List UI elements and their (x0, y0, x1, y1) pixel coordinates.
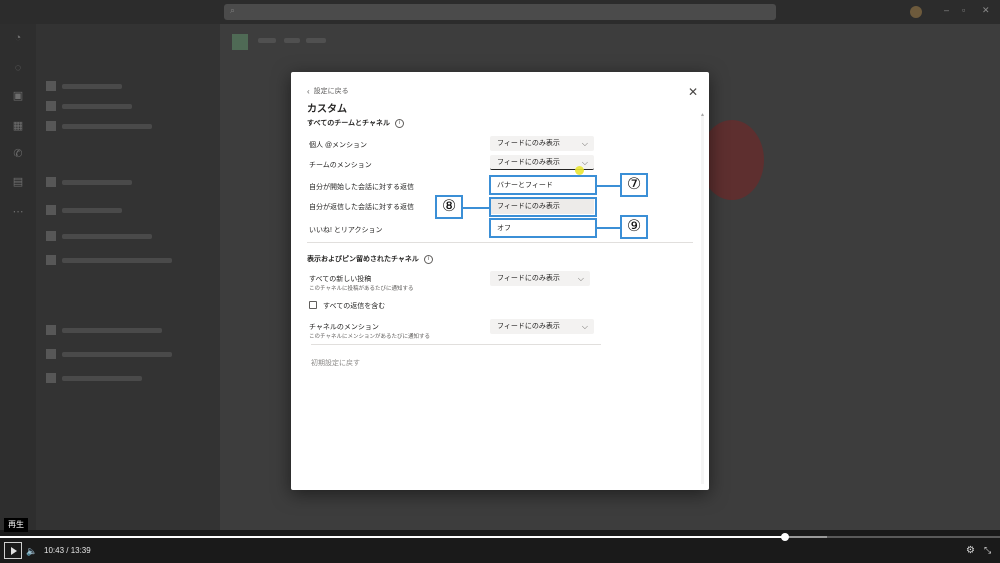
play-button[interactable] (4, 542, 22, 559)
dropdown-value: フィードにのみ表示 (497, 140, 560, 147)
info-icon[interactable]: i (423, 254, 433, 264)
custom-notification-dialog: ‹ 設定に戻る ✕ カスタム ▲ すべてのチームとチャネル i 個人 @メンショ… (291, 72, 709, 490)
list-item[interactable] (46, 204, 122, 216)
callout-9: ⑨ (620, 215, 648, 239)
list-item[interactable] (46, 254, 172, 266)
channel-avatar (232, 34, 248, 50)
include-replies-label: すべての返信を含む (323, 303, 386, 310)
chevron-down-icon: ⌵ (581, 139, 588, 148)
likes-reactions-label: いいね! とリアクション (309, 227, 383, 234)
section-all-teams: すべてのチームとチャネル i (307, 118, 404, 128)
callout-8: ⑧ (435, 195, 463, 219)
all-posts-dropdown[interactable]: フィードにのみ表示 ⌵ (490, 271, 590, 286)
time-display: 10:43 / 13:39 (44, 546, 91, 555)
tab-posts[interactable] (258, 38, 276, 43)
started-conversation-reply-label: 自分が開始した会話に対する返信 (309, 184, 414, 191)
video-player-bar (0, 530, 1000, 563)
teams-icon[interactable]: ▣ (12, 90, 24, 102)
files-icon[interactable]: ▤ (12, 176, 24, 188)
close-window-icon[interactable]: ✕ (982, 5, 990, 16)
activity-icon[interactable]: ◔ (12, 32, 24, 44)
exit-fullscreen-icon[interactable]: ⤡ (984, 545, 991, 556)
chevron-down-icon: ⌵ (581, 322, 588, 331)
dialog-title: カスタム (307, 104, 347, 115)
progress-fill (0, 536, 785, 538)
section-title: 表示およびピン留めされたチャネル (307, 256, 419, 263)
avatar[interactable] (910, 6, 922, 18)
minimize-icon[interactable]: – (944, 5, 949, 15)
list-item[interactable] (46, 100, 132, 112)
play-tooltip: 再生 (4, 518, 28, 532)
connector-9 (597, 227, 621, 229)
tab-files[interactable] (284, 38, 300, 43)
back-label: 設定に戻る (313, 88, 349, 95)
personal-mention-dropdown[interactable]: フィードにのみ表示 ⌵ (490, 136, 594, 151)
volume-icon[interactable]: 🔈 (26, 546, 37, 557)
connector-7 (597, 185, 621, 187)
all-posts-description: このチャネルに投稿があるたびに通知する (309, 286, 414, 292)
list-item[interactable] (46, 348, 172, 360)
all-posts-label: すべての新しい投稿 (309, 276, 372, 283)
dropdown-value: フィードにのみ表示 (497, 323, 560, 330)
calls-icon[interactable]: ✆ (12, 148, 24, 160)
top-bar: ⌕ – ▫ ✕ (0, 0, 1000, 24)
dropdown-value: フィードにのみ表示 (497, 275, 560, 282)
search-bar[interactable]: ⌕ (224, 4, 776, 20)
list-item[interactable] (46, 324, 162, 336)
chevron-down-icon: ⌵ (577, 274, 584, 283)
divider (311, 344, 601, 345)
chevron-left-icon: ‹ (307, 86, 310, 96)
tab-wiki[interactable] (306, 38, 326, 43)
apps-icon[interactable]: ⋯ (12, 206, 24, 218)
list-item[interactable] (46, 120, 152, 132)
replied-conversation-reply-label: 自分が返信した会話に対する返信 (309, 204, 414, 211)
scrollbar[interactable] (701, 114, 704, 484)
section-title: すべてのチームとチャネル (307, 120, 390, 127)
info-icon[interactable]: i (394, 118, 404, 128)
include-replies-checkbox[interactable] (309, 301, 317, 309)
personal-mention-label: 個人 @メンション (309, 142, 368, 149)
channel-mention-description: このチャネルにメンションがあるたびに通知する (309, 334, 430, 340)
channel-mention-dropdown[interactable]: フィードにのみ表示 ⌵ (490, 319, 594, 334)
teams-list-pane (36, 24, 220, 530)
connector-8 (462, 207, 490, 209)
dropdown-value: フィードにのみ表示 (497, 159, 560, 166)
scroll-up-icon[interactable]: ▲ (700, 112, 705, 118)
list-item[interactable] (46, 80, 122, 92)
reset-defaults-link[interactable]: 初期設定に戻す (311, 358, 360, 368)
app-rail: ◔ ◌ ▣ ▦ ✆ ▤ ⋯ (0, 24, 36, 530)
list-item[interactable] (46, 176, 132, 188)
chat-icon[interactable]: ◌ (12, 62, 24, 74)
welcome-illustration (700, 120, 764, 200)
maximize-icon[interactable]: ▫ (962, 5, 965, 15)
back-to-settings-link[interactable]: ‹ 設定に戻る (307, 86, 349, 96)
divider (307, 242, 693, 243)
team-mention-label: チームのメンション (309, 162, 372, 169)
list-item[interactable] (46, 230, 152, 242)
search-icon: ⌕ (230, 5, 236, 15)
highlight-box-7 (489, 175, 597, 195)
channel-mention-label: チャネルのメンション (309, 324, 379, 331)
close-icon[interactable]: ✕ (687, 86, 699, 98)
gear-icon[interactable]: ⚙ (966, 545, 975, 556)
play-icon (11, 547, 17, 555)
progress-buffer (785, 536, 827, 538)
highlight-box-9 (489, 218, 597, 238)
highlight-box-8 (489, 197, 597, 217)
section-shown-channels: 表示およびピン留めされたチャネル i (307, 254, 433, 264)
callout-7: ⑦ (620, 173, 648, 197)
calendar-icon[interactable]: ▦ (12, 120, 24, 132)
mouse-cursor-highlight (575, 166, 584, 175)
list-item[interactable] (46, 372, 142, 384)
progress-handle[interactable] (781, 533, 789, 541)
